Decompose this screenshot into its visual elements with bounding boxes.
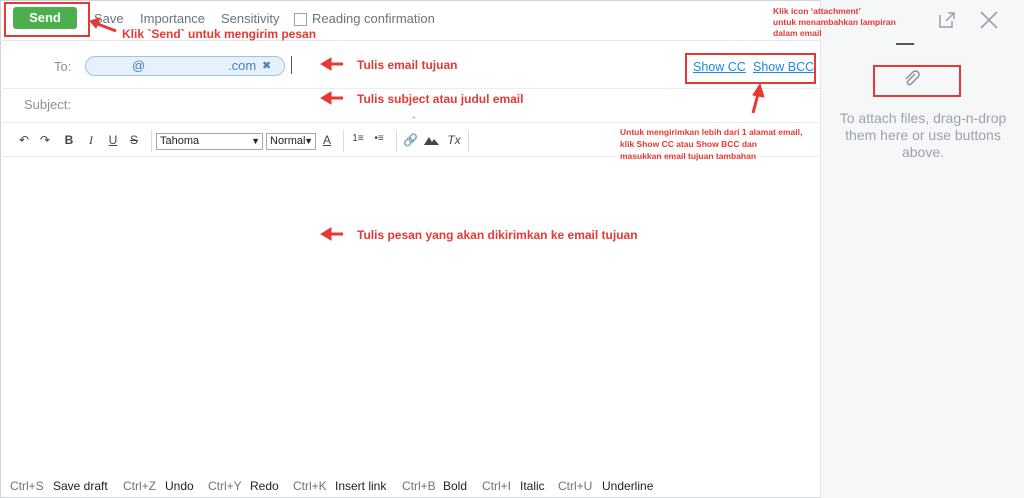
annotation-arrows [89,17,765,241]
annotation-cc-line: masukkan email tujuan tambahan [620,151,757,161]
annotation-attach-line: untuk menambahkan lampiran [773,17,896,27]
annotation-body: Tulis pesan yang akan dikirimkan ke emai… [357,228,638,242]
annotation-cc-line: klik Show CC atau Show BCC dan [620,139,757,149]
annotation-cc: Untuk mengirimkan lebih dari 1 alamat em… [620,126,825,162]
annotation-send: Klik `Send` untuk mengirim pesan [122,27,317,41]
annotation-cc-line: Untuk mengirimkan lebih dari 1 alamat em… [620,127,803,137]
annotation-attach: Klik icon ‘attachment’ untuk menambahkan… [773,6,933,39]
annotation-subject: Tulis subject atau judul email [357,92,524,106]
annotation-to: Tulis email tujuan [357,58,458,72]
annotation-attach-line: Klik icon ‘attachment’ [773,6,861,16]
annotation-attach-line: dalam email [773,28,822,38]
